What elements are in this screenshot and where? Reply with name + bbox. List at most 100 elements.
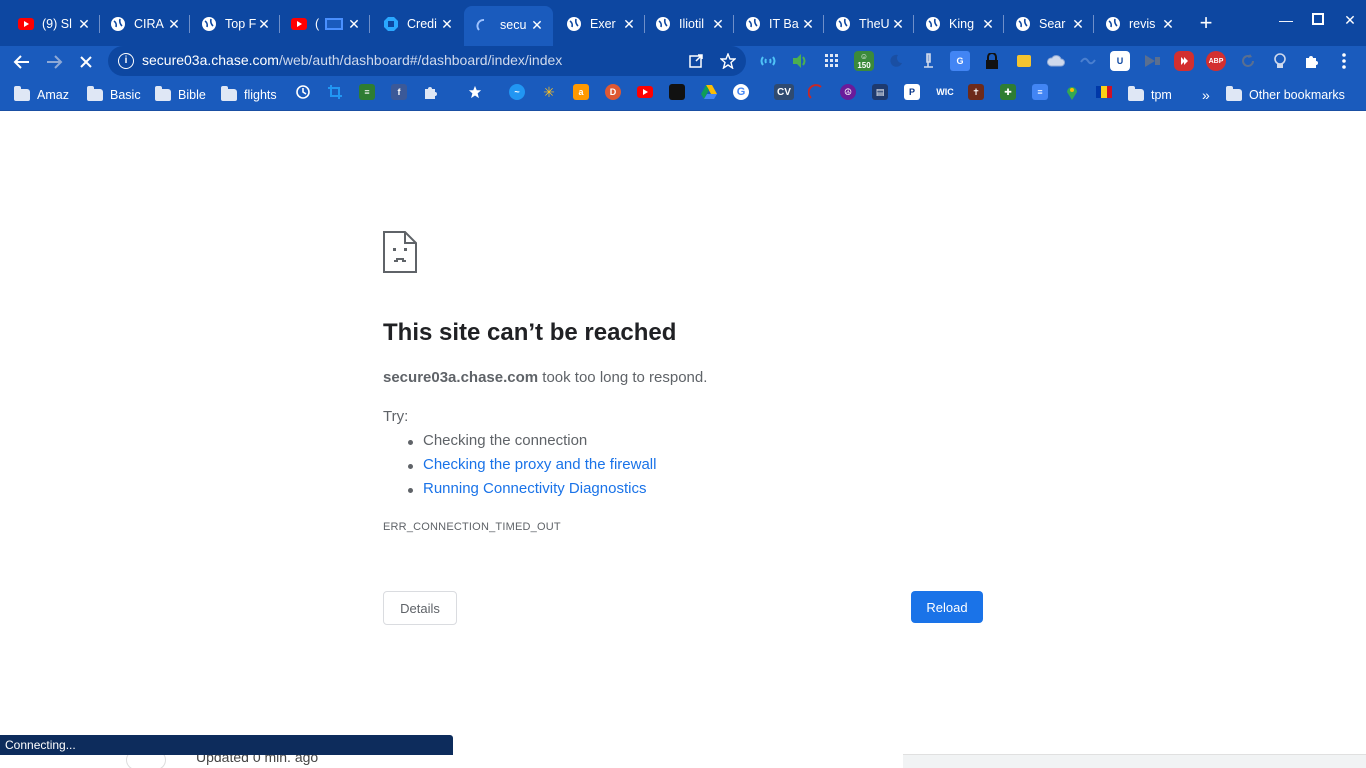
new-tab-button[interactable]: + [1196,12,1216,34]
cast-extension-icon[interactable] [758,51,778,71]
bookmark-folder-flights[interactable]: flights [221,85,277,105]
tab-it-ba[interactable]: IT Ba ✕ [727,8,824,40]
reload-button[interactable]: Reload [911,591,983,623]
youtube-extension-icon[interactable] [1174,51,1194,71]
back-button[interactable] [10,50,34,74]
page-content: This site can’t be reached secure03a.cha… [0,111,1366,768]
arc-icon[interactable] [808,84,824,100]
tab-youtube-2[interactable]: ( ✕ [273,8,370,40]
bank-icon[interactable]: ≡ [359,84,375,100]
close-icon[interactable]: ✕ [76,16,92,32]
suggestion-diagnostics-link[interactable]: Running Connectivity Diagnostics [407,480,656,504]
sad-page-icon [383,231,417,278]
more-bookmarks-chevron-icon[interactable]: » [1202,85,1210,105]
bookmark-folder-bible[interactable]: Bible [155,85,206,105]
news-icon[interactable]: ▤ [872,84,888,100]
address-bar[interactable]: i secure03a.chase.com/web/auth/dashboard… [108,46,746,76]
flag-icon[interactable] [1096,84,1112,100]
folder-icon [14,86,30,101]
tab-revis[interactable]: revis ✕ [1087,8,1184,40]
cv-icon[interactable]: CV [774,84,794,100]
close-icon[interactable]: ✕ [800,16,816,32]
close-icon[interactable]: ✕ [256,16,272,32]
tab-cira[interactable]: CIRA ✕ [92,8,190,40]
counter-extension-icon[interactable]: ☺ 150 [854,51,874,71]
adblock-extension-icon[interactable]: ABP [1206,51,1226,71]
tab-top[interactable]: Top F ✕ [183,8,280,40]
youtube-bookmark-icon[interactable] [637,84,653,100]
tab-iliotil[interactable]: Iliotil ✕ [637,8,734,40]
bulb-extension-icon[interactable] [1270,51,1290,71]
extensions-puzzle-icon[interactable] [1302,51,1322,71]
peace-icon[interactable]: ☮ [840,84,856,100]
messenger-icon[interactable]: ~ [509,84,525,100]
close-icon[interactable]: ✕ [710,16,726,32]
video-extension-icon[interactable] [1142,51,1162,71]
star-icon[interactable] [467,84,483,100]
cross-app-icon[interactable]: ✚ [1000,84,1016,100]
tab-chase-active[interactable]: secu ✕ [464,6,553,46]
close-icon[interactable]: ✕ [1070,16,1086,32]
volume-extension-icon[interactable] [790,51,810,71]
moon-extension-icon[interactable] [886,51,906,71]
apps-grid-icon[interactable] [822,51,842,71]
wic-icon[interactable]: WIC [936,84,954,100]
menu-kebab-icon[interactable] [1334,51,1354,71]
suggestion-check-proxy-link[interactable]: Checking the proxy and the firewall [407,456,656,480]
loading-spinner-icon [476,18,492,34]
close-icon[interactable]: ✕ [621,16,637,32]
tab-youtube-1[interactable]: (9) Sl ✕ [0,8,100,40]
stop-loading-button[interactable] [74,50,98,74]
site-info-icon[interactable]: i [118,53,134,69]
shield-extension-icon[interactable]: U [1110,51,1130,71]
google-icon[interactable]: G [733,84,749,100]
facebook-icon[interactable]: f [391,84,407,100]
bookmark-folder-amaz[interactable]: Amaz [14,85,69,105]
puzzle-icon[interactable] [423,84,439,100]
note-extension-icon[interactable] [1014,51,1034,71]
walmart-icon[interactable]: ✳ [541,84,557,100]
open-in-new-icon[interactable] [687,52,705,70]
details-button[interactable]: Details [383,591,457,625]
url-host: secure03a.chase.com [142,52,279,68]
history-icon[interactable] [295,84,311,100]
bible-icon[interactable]: ✝ [968,84,984,100]
close-icon[interactable]: ✕ [346,16,362,32]
duckduckgo-icon[interactable]: D [605,84,621,100]
tab-exer[interactable]: Exer ✕ [548,8,645,40]
globe-icon [925,16,941,32]
close-icon[interactable]: ✕ [890,16,906,32]
bookmark-folder-basic[interactable]: Basic [87,85,141,105]
cloud-extension-icon[interactable] [1046,51,1066,71]
close-icon[interactable]: ✕ [439,16,455,32]
tab-sear[interactable]: Sear ✕ [997,8,1094,40]
forward-button[interactable] [42,50,66,74]
tab-king[interactable]: King ✕ [907,8,1004,40]
note-icon[interactable] [669,84,685,100]
microscope-extension-icon[interactable] [918,51,938,71]
folder-icon [155,86,171,101]
close-icon[interactable]: ✕ [529,17,545,33]
folder-icon [1128,86,1144,101]
translate-extension-icon[interactable]: G [950,51,970,71]
google-drive-icon[interactable] [701,84,717,100]
bookmark-folder-tpm[interactable]: tpm [1128,85,1172,105]
maximize-icon[interactable] [1308,12,1328,28]
wave-extension-icon[interactable] [1078,51,1098,71]
amazon-icon[interactable]: a [573,84,589,100]
close-icon[interactable]: ✕ [1160,16,1176,32]
bookmark-folder-other[interactable]: Other bookmarks [1226,85,1345,105]
minimize-icon[interactable]: — [1276,12,1296,28]
paypal-icon[interactable]: P [904,84,920,100]
lock-extension-icon[interactable] [982,51,1002,71]
crop-icon[interactable] [327,84,343,100]
close-window-icon[interactable]: ✕ [1340,12,1360,29]
tab-chase[interactable]: Credi ✕ [365,8,463,40]
refresh-extension-icon[interactable] [1238,51,1258,71]
close-icon[interactable]: ✕ [980,16,996,32]
bookmark-star-icon[interactable] [719,52,737,70]
tab-theu[interactable]: TheU ✕ [817,8,914,40]
maps-icon[interactable] [1064,84,1080,100]
docs-icon[interactable]: ≡ [1032,84,1048,100]
close-icon[interactable]: ✕ [166,16,182,32]
